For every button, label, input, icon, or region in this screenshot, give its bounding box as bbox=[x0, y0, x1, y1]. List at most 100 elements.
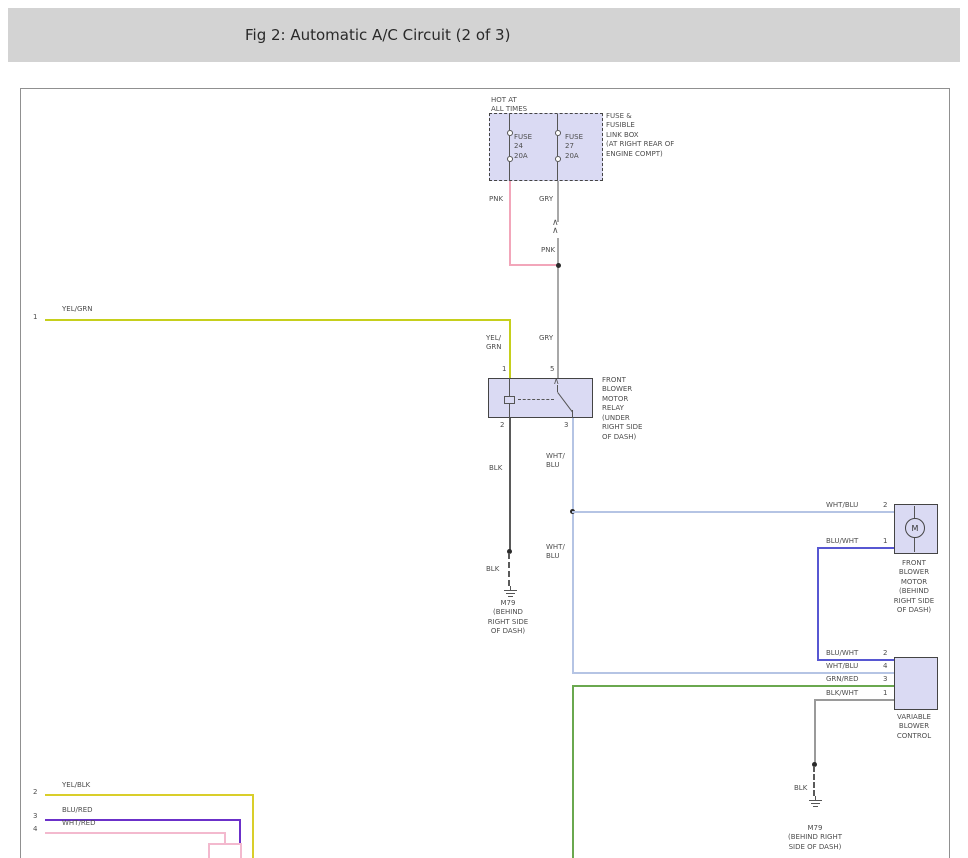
inline-connector-icon: ∧ ∧ bbox=[552, 219, 559, 235]
wire-label-blu-wht-vbc: BLU/WHT bbox=[826, 649, 858, 658]
fuse-box bbox=[489, 113, 603, 181]
motor-symbol: M bbox=[912, 524, 919, 533]
wire-label-pnk-mid: PNK bbox=[541, 246, 555, 255]
wire-label-blu-red: BLU/RED bbox=[62, 806, 93, 815]
fuse-terminal-circle bbox=[507, 130, 513, 136]
wire-yel-blk-vertical bbox=[252, 794, 254, 858]
relay-coil-wire bbox=[509, 404, 510, 418]
wire-pnk-vertical bbox=[509, 181, 511, 266]
relay-pin-3: 3 bbox=[564, 421, 568, 430]
wire-label-yel-grn-v: YEL/ GRN bbox=[486, 334, 502, 353]
figure-titlebar: Fig 2: Automatic A/C Circuit (2 of 3) bbox=[8, 8, 960, 62]
relay-coil bbox=[504, 396, 515, 404]
wire-blu-wht-to-vbc bbox=[817, 659, 894, 661]
wire-blk-wht-vertical bbox=[814, 699, 816, 765]
relay-coil-wire bbox=[509, 378, 510, 396]
wire-yel-grn-vertical bbox=[509, 319, 511, 378]
motor-brush-stub bbox=[914, 506, 915, 518]
wire-label-wht-blu-motor: WHT/BLU bbox=[826, 501, 858, 510]
wire-blu-wht-vertical bbox=[817, 547, 819, 661]
circuit-ref-1: 1 bbox=[33, 313, 37, 322]
motor-pin-2: 2 bbox=[883, 501, 887, 510]
motor-icon: M bbox=[905, 518, 925, 538]
wire-label-blk: BLK bbox=[489, 464, 502, 473]
wire-blk-dashed bbox=[813, 766, 815, 796]
wire-label-wht-red: WHT/RED bbox=[62, 819, 96, 828]
relay-link-dashed bbox=[518, 399, 554, 400]
circuit-ref-2: 2 bbox=[33, 788, 37, 797]
fuse-24-label: FUSE 24 20A bbox=[514, 133, 532, 161]
wire-label-gry: GRY bbox=[539, 195, 553, 204]
wire-label-pnk: PNK bbox=[489, 195, 503, 204]
fuse-24-wire bbox=[509, 162, 510, 181]
circuit-ref-4: 4 bbox=[33, 825, 37, 834]
wire-label-grn-red-vbc: GRN/RED bbox=[826, 675, 859, 684]
fuse-terminal-circle bbox=[555, 156, 561, 162]
fuse-27-wire bbox=[557, 162, 558, 181]
wire-label-wht-blu-1: WHT/ BLU bbox=[546, 452, 565, 471]
cutoff-connector-box bbox=[208, 843, 242, 858]
vbc-pin-4: 4 bbox=[883, 662, 887, 671]
ground-bar bbox=[504, 590, 517, 591]
ground1-label: M79 (BEHIND RIGHT SIDE OF DASH) bbox=[478, 599, 538, 637]
vbc-box bbox=[894, 657, 938, 710]
relay-pin3-stub bbox=[572, 410, 573, 418]
wire-label-blk-wht-vbc: BLK/WHT bbox=[826, 689, 858, 698]
ground-icon bbox=[502, 586, 518, 597]
vbc-label: VARIABLE BLOWER CONTROL bbox=[888, 713, 940, 741]
relay-pin-1: 1 bbox=[502, 365, 506, 374]
wire-wht-blu-vertical bbox=[572, 418, 574, 674]
figure-title: Fig 2: Automatic A/C Circuit (2 of 3) bbox=[245, 8, 510, 62]
wire-wht-blu-to-motor bbox=[572, 511, 895, 513]
fuse-24-wire bbox=[509, 114, 510, 130]
wire-pnk-horizontal bbox=[509, 264, 559, 266]
fuse-terminal-circle bbox=[555, 130, 561, 136]
wire-label-yel-blk: YEL/BLK bbox=[62, 781, 90, 790]
wire-label-blu-wht-motor: BLU/WHT bbox=[826, 537, 858, 546]
vbc-pin-3: 3 bbox=[883, 675, 887, 684]
wire-blk-wht-horizontal bbox=[814, 699, 894, 701]
ground-bar bbox=[508, 596, 513, 597]
relay-location-label: FRONT BLOWER MOTOR RELAY (UNDER RIGHT SI… bbox=[602, 376, 642, 442]
wire-label-gry-mid: GRY bbox=[539, 334, 553, 343]
wire-yel-blk-horizontal bbox=[45, 794, 254, 796]
ground1-wire-label: BLK bbox=[486, 565, 499, 574]
relay-pin-2: 2 bbox=[500, 421, 504, 430]
wire-wht-blu-to-vbc bbox=[572, 672, 894, 674]
vbc-pin-2: 2 bbox=[883, 649, 887, 658]
fuse-27-element bbox=[557, 136, 558, 156]
fuse-27-label: FUSE 27 20A bbox=[565, 133, 583, 161]
ground-icon bbox=[807, 796, 823, 807]
ground-bar bbox=[809, 800, 822, 801]
ground2-label: M79 (BEHIND RIGHT SIDE OF DASH) bbox=[775, 824, 855, 852]
fuse-box-location-label: FUSE & FUSIBLE LINK BOX (AT RIGHT REAR O… bbox=[606, 112, 674, 159]
wire-yel-grn-horizontal bbox=[45, 319, 511, 321]
page: Fig 2: Automatic A/C Circuit (2 of 3) HO… bbox=[0, 0, 968, 858]
wire-label-wht-blu-2: WHT/ BLU bbox=[546, 543, 565, 562]
ground-bar bbox=[813, 806, 818, 807]
wire-grn-red-vertical bbox=[572, 685, 574, 858]
wire-wht-red-horizontal bbox=[45, 832, 226, 834]
wire-gry-lower bbox=[557, 238, 559, 378]
wire-grn-red-horizontal bbox=[572, 685, 894, 687]
wire-gry-upper bbox=[557, 181, 559, 222]
fuse-27-wire bbox=[557, 114, 558, 130]
fuse-terminal-circle bbox=[507, 156, 513, 162]
wire-blk-vertical bbox=[509, 418, 511, 552]
circuit-ref-3: 3 bbox=[33, 812, 37, 821]
ground-bar bbox=[811, 803, 820, 804]
wire-label-wht-blu-vbc: WHT/BLU bbox=[826, 662, 858, 671]
ground-bar bbox=[506, 593, 515, 594]
wire-blu-wht-motor-h bbox=[817, 547, 895, 549]
motor-pin-1: 1 bbox=[883, 537, 887, 546]
ground2-wire-label: BLK bbox=[794, 784, 807, 793]
motor-brush-stub bbox=[914, 538, 915, 552]
vbc-pin-1: 1 bbox=[883, 689, 887, 698]
junction-dot bbox=[556, 263, 561, 268]
diagram-frame bbox=[20, 88, 950, 858]
fuse-24-element bbox=[509, 136, 510, 156]
wire-label-yel-grn: YEL/GRN bbox=[62, 305, 92, 314]
wire-blk-dashed bbox=[508, 553, 510, 586]
motor-label: FRONT BLOWER MOTOR (BEHIND RIGHT SIDE OF… bbox=[888, 559, 940, 616]
relay-pin-5: 5 bbox=[550, 365, 554, 374]
